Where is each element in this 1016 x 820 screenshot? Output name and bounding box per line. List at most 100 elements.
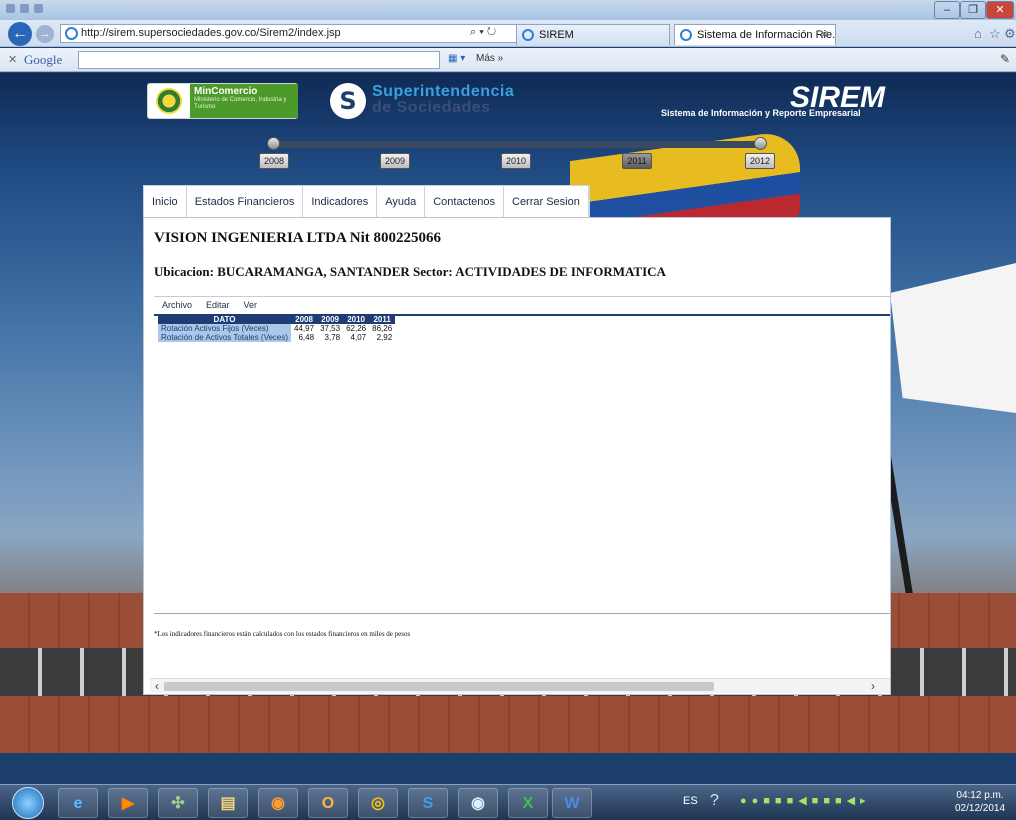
back-button[interactable]: ← [8,22,32,46]
mincomercio-title: MinComercio [194,86,258,97]
main-menu: Inicio Estados Financieros Indicadores A… [143,185,590,217]
clock-time: 04:12 p.m. [956,790,1004,801]
address-bar[interactable]: http://sirem.supersociedades.gov.co/Sire… [60,24,530,43]
sirem-subtitle: Sistema de Información y Reporte Empresa… [661,108,861,118]
year-2010-button[interactable]: 2010 [501,153,531,169]
tab-label: Sistema de Información Rie... [697,29,836,41]
table-cell: 37,53 [320,324,341,333]
outlook-icon[interactable]: O [308,788,348,818]
row-label: Rotación de Activos Totales (Veces) [158,333,292,342]
google-toolbar: ✕ Google ▦ ▾ Más » ✎ [0,48,1016,72]
header-2008: 2008 [291,315,318,324]
scrollbar-thumb[interactable] [164,682,714,691]
window-titlebar: – ❐ ✕ [0,0,1016,20]
super-line1: Superintendencia [372,83,515,100]
url-text: http://sirem.supersociedades.gov.co/Sire… [81,27,341,39]
google-apps-icon[interactable]: ▦ ▾ [448,53,465,64]
supersociedades-logo-icon[interactable]: S [330,83,366,119]
quick-access-icon[interactable] [34,4,43,13]
start-button[interactable] [12,787,44,819]
white-flag-image [890,263,1016,413]
app-icon[interactable]: ◉ [458,788,498,818]
table-cell: 3,78 [324,333,341,342]
language-indicator[interactable]: ES [683,795,698,807]
quick-access-icon[interactable] [20,4,29,13]
quick-access-icon[interactable] [6,4,15,13]
horizontal-scrollbar[interactable]: ‹ › [150,678,890,693]
header-2011: 2011 [369,315,396,324]
gear-icon[interactable]: ⚙ [1004,26,1016,42]
timeline-start-knob[interactable] [267,137,280,150]
search-icon[interactable]: ⌕ ▾ ↻ [470,26,496,39]
menu-indicadores[interactable]: Indicadores [303,186,378,217]
file-explorer-icon[interactable]: ▤ [208,788,248,818]
colombia-seal-icon [156,88,182,114]
ie-icon [65,27,78,40]
supersociedades-text: Superintendencia de Sociedades [372,84,514,116]
word-icon[interactable]: W [552,788,592,818]
row-label: Rotación Activos Fijos (Veces) [158,324,292,333]
table-cell: 6,48 [298,333,315,342]
menu-archivo[interactable]: Archivo [162,300,192,310]
menu-contactenos[interactable]: Contactenos [425,186,504,217]
internet-explorer-icon[interactable]: e [58,788,98,818]
scroll-left-icon[interactable]: ‹ [150,679,164,694]
firefox-icon[interactable]: ◉ [258,788,298,818]
chrome-icon[interactable]: ◎ [358,788,398,818]
header-2009: 2009 [317,315,344,324]
report-menu: Archivo Editar Ver [162,300,257,310]
indicators-table: DATO 2008 2009 2010 2011 Rotación Activo… [158,315,396,342]
help-icon[interactable]: ? [710,792,719,810]
close-tab-icon[interactable]: ✕ [820,25,829,45]
favorites-star-icon[interactable]: ☆ [989,26,1001,42]
report-frame: Archivo Editar Ver DATO 2008 2009 2010 2… [154,296,890,614]
close-toolbar-icon[interactable]: ✕ [8,53,17,66]
tray-icons[interactable]: ●●■■■◀■■■◀▸ [740,794,871,807]
excel-icon[interactable]: X [508,788,548,818]
tab-sirem[interactable]: SIREM [516,24,670,45]
content-panel: VISION INGENIERIA LTDA Nit 800225066 Ubi… [143,217,891,695]
wrench-icon[interactable]: ✎ [1000,52,1010,66]
clock-date: 02/12/2014 [955,803,1006,814]
timeline-end-knob[interactable] [754,137,767,150]
mincomercio-subtitle: Ministerio de Comercio, Industria y Turi… [194,97,287,110]
year-2009-button[interactable]: 2009 [380,153,410,169]
google-search-input[interactable] [78,51,440,69]
table-cell: 4,07 [350,333,367,342]
tab-label: SIREM [539,29,574,41]
network-app-icon[interactable]: ✣ [158,788,198,818]
tab-sistema-informacion[interactable]: Sistema de Información Rie... ✕ [674,24,836,45]
menu-estados-financieros[interactable]: Estados Financieros [187,186,304,217]
home-icon[interactable]: ⌂ [974,26,982,41]
skype-icon[interactable]: S [408,788,448,818]
page-viewport: MinComercio Ministerio de Comercio, Indu… [0,73,1016,753]
close-window-button[interactable]: ✕ [986,1,1014,19]
system-clock[interactable]: 04:12 p.m. 02/12/2014 [955,789,1005,815]
header-2010: 2010 [343,315,370,324]
address-row: ← → http://sirem.supersociedades.gov.co/… [0,20,1016,47]
year-2008-button[interactable]: 2008 [259,153,289,169]
menu-editar[interactable]: Editar [206,300,230,310]
table-cell: 44,97 [294,324,315,333]
table-row: Rotación Activos Fijos (Veces) 44,97 37,… [158,324,395,333]
maximize-button[interactable]: ❐ [960,1,986,19]
minimize-button[interactable]: – [934,1,960,19]
menu-inicio[interactable]: Inicio [144,186,187,217]
year-timeline-bar[interactable] [272,141,760,148]
table-cell: 2,92 [376,333,393,342]
year-2011-button[interactable]: 2011 [622,153,652,169]
table-cell: 86,26 [372,324,393,333]
ie-icon [522,29,534,41]
forward-button[interactable]: → [36,25,54,43]
mincomercio-banner: MinComercio Ministerio de Comercio, Indu… [190,84,298,118]
menu-cerrar-sesion[interactable]: Cerrar Sesion [504,186,589,217]
mincomercio-logo[interactable]: MinComercio Ministerio de Comercio, Indu… [147,83,298,119]
scroll-right-icon[interactable]: › [866,679,880,694]
menu-ayuda[interactable]: Ayuda [377,186,426,217]
media-player-icon[interactable]: ▶ [108,788,148,818]
more-button[interactable]: Más » [476,53,503,64]
table-header-row: DATO 2008 2009 2010 2011 [158,315,396,324]
menu-ver[interactable]: Ver [244,300,258,310]
year-2012-button[interactable]: 2012 [745,153,775,169]
company-location: Ubicacion: BUCARAMANGA, SANTANDER Sector… [154,264,666,279]
